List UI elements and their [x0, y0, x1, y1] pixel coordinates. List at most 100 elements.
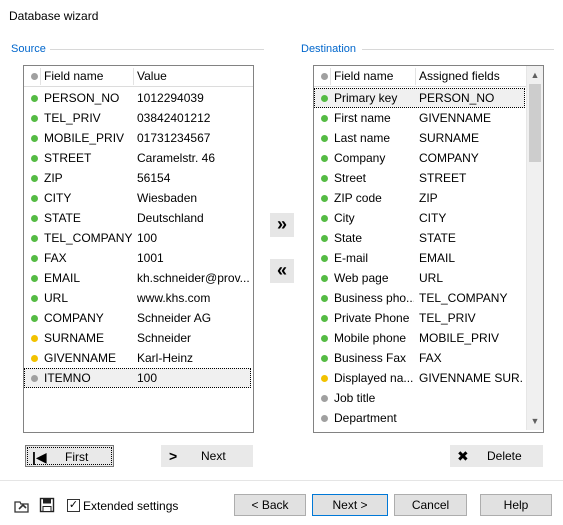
- next-record-button[interactable]: > Next: [161, 445, 253, 467]
- field-name-cell: MOBILE_PRIV: [44, 131, 125, 145]
- value-cell: Schneider AG: [137, 311, 212, 325]
- destination-row[interactable]: First name GIVENNAME: [314, 108, 525, 128]
- status-dot-icon: [31, 195, 38, 202]
- status-dot-icon: [321, 235, 328, 242]
- scroll-down-icon[interactable]: ▼: [527, 414, 543, 428]
- source-header-field[interactable]: Field name: [44, 66, 103, 86]
- next-button[interactable]: Next >: [312, 494, 388, 516]
- destination-row[interactable]: Primary key PERSON_NO: [314, 88, 525, 108]
- source-row[interactable]: FAX 1001: [24, 248, 251, 268]
- destination-row[interactable]: Company COMPANY: [314, 148, 525, 168]
- destination-divider: [362, 49, 554, 50]
- destination-row[interactable]: Department: [314, 408, 525, 428]
- cancel-button[interactable]: Cancel: [394, 494, 467, 516]
- destination-header-field[interactable]: Field name: [334, 66, 393, 86]
- field-name-cell: Street: [334, 171, 367, 185]
- destination-row[interactable]: Web page URL: [314, 268, 525, 288]
- destination-row[interactable]: Displayed na... GIVENNAME SUR...: [314, 368, 525, 388]
- header-separator: [330, 68, 331, 85]
- save-icon[interactable]: [39, 497, 55, 513]
- back-button[interactable]: < Back: [234, 494, 306, 516]
- source-row[interactable]: EMAIL kh.schneider@prov...: [24, 268, 251, 288]
- destination-row[interactable]: Business Fax FAX: [314, 348, 525, 368]
- field-name-cell: Last name: [334, 131, 391, 145]
- unassign-button[interactable]: «: [270, 259, 294, 283]
- source-row[interactable]: SURNAME Schneider: [24, 328, 251, 348]
- destination-row[interactable]: Last name SURNAME: [314, 128, 525, 148]
- source-row[interactable]: COMPANY Schneider AG: [24, 308, 251, 328]
- field-name-cell: Displayed na...: [334, 371, 414, 385]
- source-group-label: Source: [11, 43, 46, 55]
- source-header-value[interactable]: Value: [137, 66, 167, 86]
- source-row[interactable]: ITEMNO 100: [24, 368, 251, 388]
- status-dot-icon: [321, 415, 328, 422]
- first-record-button[interactable]: |◀ First: [25, 445, 114, 467]
- value-cell: TEL_COMPANY: [419, 291, 508, 305]
- open-folder-icon[interactable]: [13, 497, 31, 515]
- field-name-cell: E-mail: [334, 251, 369, 265]
- value-cell: SURNAME: [419, 131, 480, 145]
- source-row[interactable]: TEL_COMPANY 100: [24, 228, 251, 248]
- destination-row[interactable]: City CITY: [314, 208, 525, 228]
- next-record-label: Next: [201, 449, 226, 463]
- destination-row[interactable]: E-mail EMAIL: [314, 248, 525, 268]
- field-name-cell: City: [334, 211, 355, 225]
- field-name-cell: ITEMNO: [44, 371, 91, 385]
- scroll-up-icon[interactable]: ▲: [527, 68, 543, 82]
- status-dot-icon: [31, 95, 38, 102]
- status-dot-icon: [31, 355, 38, 362]
- destination-row[interactable]: ZIP code ZIP: [314, 188, 525, 208]
- value-cell: EMAIL: [419, 251, 456, 265]
- status-dot-icon: [321, 315, 328, 322]
- field-name-cell: PERSON_NO: [44, 91, 120, 105]
- extended-settings-checkbox[interactable]: ✓: [67, 499, 80, 512]
- status-dot-icon: [321, 155, 328, 162]
- destination-list-header: Field name Assigned fields: [314, 66, 543, 87]
- extended-settings-label[interactable]: Extended settings: [83, 499, 178, 513]
- destination-row[interactable]: State STATE: [314, 228, 525, 248]
- destination-field-list[interactable]: Field name Assigned fields Primary key PE…: [313, 65, 544, 433]
- source-row[interactable]: URL www.khs.com: [24, 288, 251, 308]
- help-button[interactable]: Help: [480, 494, 552, 516]
- source-row[interactable]: GIVENNAME Karl-Heinz: [24, 348, 251, 368]
- value-cell: GIVENNAME SUR...: [419, 371, 522, 385]
- scrollbar-thumb[interactable]: [529, 84, 541, 162]
- value-cell: 100: [137, 371, 158, 385]
- source-row[interactable]: STREET Caramelstr. 46: [24, 148, 251, 168]
- field-name-cell: GIVENNAME: [44, 351, 117, 365]
- field-name-cell: FAX: [44, 251, 67, 265]
- field-name-cell: SURNAME: [44, 331, 105, 345]
- status-dot-icon: [321, 395, 328, 402]
- header-separator: [133, 68, 134, 85]
- value-cell: 03842401212: [137, 111, 211, 125]
- status-dot-icon: [321, 135, 328, 142]
- destination-header-value[interactable]: Assigned fields: [419, 66, 500, 86]
- status-dot-icon: [31, 275, 38, 282]
- header-separator: [40, 68, 41, 85]
- status-dot-icon: [321, 195, 328, 202]
- source-row[interactable]: STATE Deutschland: [24, 208, 251, 228]
- source-row[interactable]: MOBILE_PRIV 01731234567: [24, 128, 251, 148]
- value-cell: PERSON_NO: [419, 91, 495, 105]
- source-row[interactable]: TEL_PRIV 03842401212: [24, 108, 251, 128]
- destination-row[interactable]: Private Phone TEL_PRIV: [314, 308, 525, 328]
- destination-row[interactable]: Street STREET: [314, 168, 525, 188]
- source-field-list[interactable]: Field name Value PERSON_NO 1012294039 TEL_…: [23, 65, 254, 433]
- assign-button[interactable]: »: [270, 213, 294, 237]
- field-name-cell: Private Phone: [334, 311, 410, 325]
- value-cell: URL: [419, 271, 444, 285]
- destination-row[interactable]: Mobile phone MOBILE_PRIV: [314, 328, 525, 348]
- value-cell: STREET: [419, 171, 467, 185]
- field-name-cell: TEL_PRIV: [44, 111, 101, 125]
- status-dot-icon: [321, 215, 328, 222]
- status-dot-icon: [31, 295, 38, 302]
- source-row[interactable]: CITY Wiesbaden: [24, 188, 251, 208]
- source-row[interactable]: ZIP 56154: [24, 168, 251, 188]
- status-dot-icon: [321, 335, 328, 342]
- delete-button[interactable]: ✖ Delete: [450, 445, 543, 467]
- destination-scrollbar[interactable]: ▲ ▼: [526, 66, 543, 430]
- destination-row[interactable]: Job title: [314, 388, 525, 408]
- field-name-cell: STATE: [44, 211, 81, 225]
- destination-row[interactable]: Business pho... TEL_COMPANY: [314, 288, 525, 308]
- source-row[interactable]: PERSON_NO 1012294039: [24, 88, 251, 108]
